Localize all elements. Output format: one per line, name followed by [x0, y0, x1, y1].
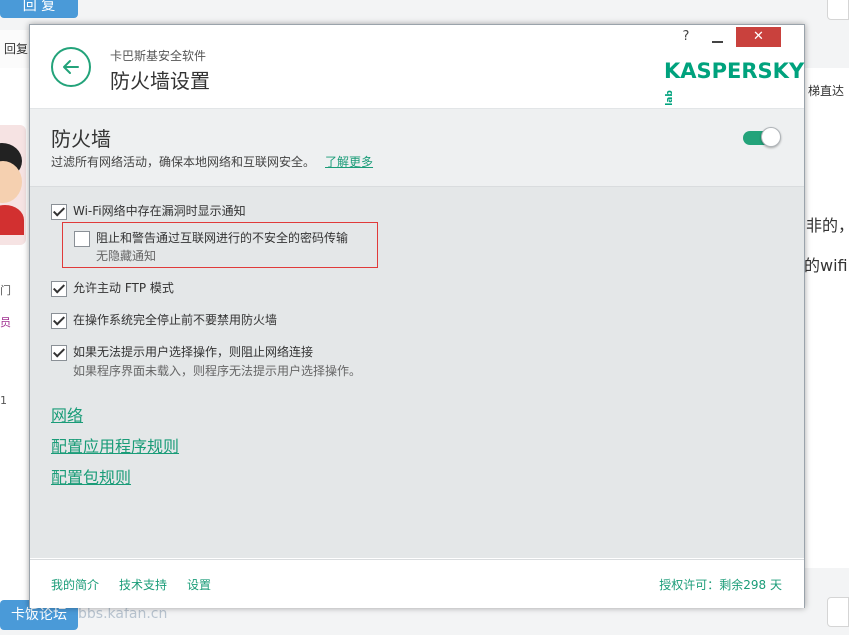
highlight-box: [62, 222, 378, 268]
dialog-footer: 我的简介 技术支持 设置 授权许可：剩余298 天: [30, 559, 804, 608]
network-link[interactable]: 网络: [51, 402, 83, 426]
jump-to-floor-link[interactable]: 梯直达: [808, 82, 844, 99]
scroll-top-button[interactable]: [827, 0, 849, 20]
dialog-header: 卡巴斯基安全软件 防火墙设置 ? ✕ KASPERSKYlab: [30, 25, 804, 109]
back-button[interactable]: [51, 47, 91, 87]
close-button[interactable]: ✕: [736, 27, 781, 47]
settings-link[interactable]: 设置: [187, 576, 211, 593]
firewall-heading: 防火墙: [51, 127, 111, 151]
floor-number: 1: [0, 394, 7, 407]
firewall-settings-dialog: 卡巴斯基安全软件 防火墙设置 ? ✕ KASPERSKYlab 防火墙 过滤所有…: [29, 24, 805, 608]
option-sub-label: 如果程序界面未载入，则程序无法提示用户选择操作。: [73, 364, 362, 378]
firewall-description: 过滤所有网络活动，确保本地网络和互联网安全。 了解更多: [51, 155, 374, 169]
checkbox[interactable]: [51, 345, 67, 361]
option-label: Wi-Fi网络中存在漏洞时显示通知: [73, 204, 246, 218]
reply-label[interactable]: 回复: [4, 40, 28, 57]
support-link[interactable]: 技术支持: [119, 576, 167, 593]
post-text: 非的，想: [806, 216, 849, 235]
post-text: 的wifi: [804, 256, 848, 275]
scroll-bottom-button[interactable]: [827, 597, 849, 627]
learn-more-link[interactable]: 了解更多: [325, 155, 373, 169]
minimize-button[interactable]: [708, 29, 728, 47]
firewall-toggle[interactable]: [743, 127, 781, 147]
watermark: bbs.kafan.cn: [78, 606, 168, 622]
app-name: 卡巴斯基安全软件: [110, 49, 207, 63]
kaspersky-logo: KASPERSKYlab: [664, 59, 805, 106]
toggle-knob: [761, 127, 781, 147]
option-block-connection[interactable]: 如果无法提示用户选择操作，则阻止网络连接 如果程序界面未载入，则程序无法提示用户…: [51, 344, 361, 379]
option-label: 如果无法提示用户选择操作，则阻止网络连接 如果程序界面未载入，则程序无法提示用户…: [73, 345, 362, 378]
option-keep-firewall[interactable]: 在操作系统完全停止前不要禁用防火墙: [51, 312, 277, 329]
option-wifi-notification[interactable]: Wi-Fi网络中存在漏洞时显示通知: [51, 203, 246, 220]
option-label: 允许主动 FTP 模式: [73, 281, 174, 295]
reply-button[interactable]: 回 复: [0, 0, 78, 18]
option-active-ftp[interactable]: 允许主动 FTP 模式: [51, 280, 174, 297]
user-info-text: 门: [0, 284, 11, 297]
firewall-section: 防火墙 过滤所有网络活动，确保本地网络和互联网安全。 了解更多: [30, 109, 804, 187]
post-content-area: [803, 68, 849, 568]
packet-rules-link[interactable]: 配置包规则: [51, 464, 131, 488]
license-link[interactable]: 授权许可：剩余298 天: [659, 576, 782, 593]
arrow-left-icon: [63, 60, 79, 74]
app-rules-link[interactable]: 配置应用程序规则: [51, 433, 179, 457]
checkbox[interactable]: [51, 281, 67, 297]
page-title: 防火墙设置: [110, 69, 210, 93]
help-button[interactable]: ?: [676, 29, 696, 47]
user-group-text: 员: [0, 316, 11, 329]
my-profile-link[interactable]: 我的简介: [51, 576, 99, 593]
avatar: [0, 125, 26, 245]
checkbox[interactable]: [51, 313, 67, 329]
option-label: 在操作系统完全停止前不要禁用防火墙: [73, 313, 278, 327]
checkbox[interactable]: [51, 204, 67, 220]
